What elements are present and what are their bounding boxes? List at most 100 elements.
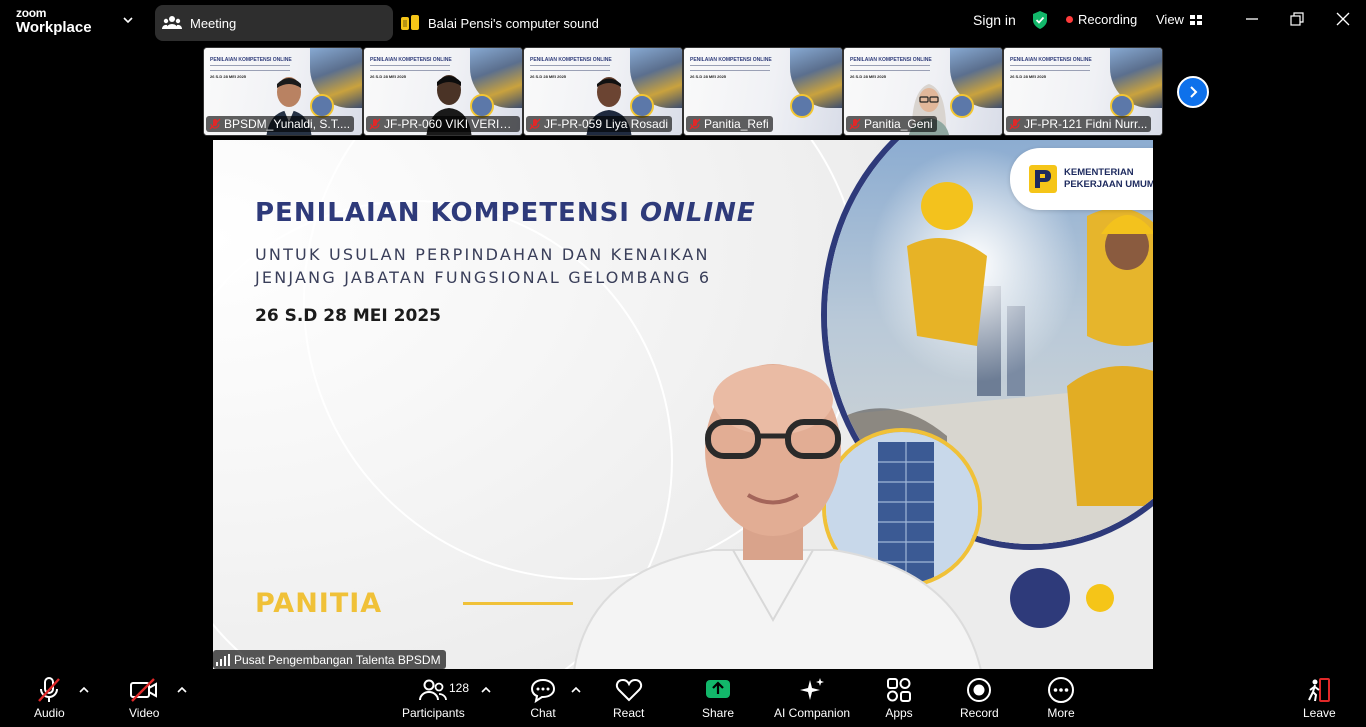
more-label: More (1047, 706, 1075, 720)
chat-label: Chat (530, 706, 556, 720)
brand-bottom: Workplace (16, 19, 92, 36)
leave-button[interactable]: Leave (1303, 676, 1336, 720)
tile-slide-circle (790, 94, 814, 118)
participant-tile[interactable]: PENILAIAN KOMPETENSI ONLINE 26 S.D 28 ME… (203, 47, 363, 136)
more-button[interactable]: More (1047, 676, 1075, 720)
participant-tile[interactable]: PENILAIAN KOMPETENSI ONLINE 26 S.D 28 ME… (843, 47, 1003, 136)
slide-subtitle: UNTUK USULAN PERPINDAHAN DAN KENAIKAN JE… (255, 243, 711, 289)
video-label: Video (129, 706, 160, 720)
active-speaker-name: Pusat Pengembangan Talenta BPSDM (234, 652, 441, 667)
video-button[interactable]: Video (129, 676, 159, 720)
participant-count-badge: 128 (449, 681, 470, 695)
more-dots-icon (1048, 677, 1074, 703)
tab-sound-label: Balai Pensi's computer sound (428, 15, 599, 31)
video-options-caret-icon[interactable] (177, 686, 187, 694)
slide-title-italic: ONLINE (640, 198, 756, 228)
main-video-stage[interactable]: PENILAIAN KOMPETENSI ONLINE UNTUK USULAN… (213, 140, 1153, 669)
heart-icon (615, 678, 642, 702)
tile-slide-circle (950, 94, 974, 118)
tile-slide-date: 26 S.D 28 MEI 2025 (530, 74, 567, 79)
tile-slide-title: PENILAIAN KOMPETENSI ONLINE (1010, 57, 1092, 63)
muted-mic-icon (1009, 118, 1021, 130)
leave-door-icon (1308, 678, 1331, 702)
tile-slide-title: PENILAIAN KOMPETENSI ONLINE (370, 57, 452, 63)
zoom-workplace-logo[interactable]: zoom Workplace (16, 7, 92, 35)
react-button[interactable]: React (613, 676, 644, 720)
video-off-icon (130, 678, 158, 702)
recording-indicator[interactable]: Recording (1066, 12, 1137, 27)
restore-icon[interactable] (1289, 11, 1305, 27)
next-page-button[interactable] (1177, 76, 1209, 108)
slide-subtitle-line1: UNTUK USULAN PERPINDAHAN DAN KENAIKAN (255, 245, 710, 264)
people-icon (161, 16, 183, 29)
participant-tile[interactable]: PENILAIAN KOMPETENSI ONLINE 26 S.D 28 ME… (523, 47, 683, 136)
tile-slide-subtitle (690, 65, 770, 71)
recording-dot-icon (1066, 16, 1073, 23)
tile-slide-circle (470, 94, 494, 118)
view-label: View (1156, 12, 1184, 27)
chevron-down-icon[interactable] (122, 14, 134, 26)
react-label: React (613, 706, 645, 720)
speaker-video (573, 364, 982, 669)
apps-label: Apps (885, 706, 913, 720)
participant-name-bar: Panitia_Refi (686, 116, 773, 132)
audio-options-caret-icon[interactable] (79, 686, 89, 694)
muted-mic-icon (849, 118, 861, 130)
participant-name: BPSDM_Yunaldi, S.T.... (224, 117, 351, 131)
tile-slide-title: PENILAIAN KOMPETENSI ONLINE (850, 57, 932, 63)
recording-label: Recording (1078, 12, 1138, 27)
share-screen-icon (706, 680, 731, 698)
muted-mic-icon (529, 118, 541, 130)
close-icon[interactable] (1335, 11, 1351, 27)
audio-button[interactable]: Audio (34, 676, 65, 720)
tile-slide-subtitle (1010, 65, 1090, 71)
tile-slide-date: 26 S.D 28 MEI 2025 (690, 74, 727, 79)
chat-options-caret-icon[interactable] (571, 686, 581, 694)
participant-name: Panitia_Refi (704, 117, 769, 131)
tile-slide-date: 26 S.D 28 MEI 2025 (210, 74, 247, 79)
sparkle-icon (800, 678, 825, 700)
ai-companion-button[interactable]: AI Companion (774, 676, 850, 720)
minimize-icon[interactable] (1244, 11, 1260, 27)
participant-name: JF-PR-059 Liya Rosadi (544, 117, 669, 131)
tab-meeting[interactable]: Meeting (155, 5, 393, 41)
record-button[interactable]: Record (960, 676, 999, 720)
tile-slide-date: 26 S.D 28 MEI 2025 (1010, 74, 1047, 79)
tile-slide-date: 26 S.D 28 MEI 2025 (850, 74, 887, 79)
tile-slide-date: 26 S.D 28 MEI 2025 (370, 74, 407, 79)
shield-check-icon[interactable] (1031, 10, 1049, 30)
participant-thumbnail-strip: PENILAIAN KOMPETENSI ONLINE 26 S.D 28 ME… (203, 47, 1163, 136)
participant-tile[interactable]: PENILAIAN KOMPETENSI ONLINE 26 S.D 28 ME… (1003, 47, 1163, 136)
muted-mic-icon (369, 118, 381, 130)
tab-meeting-label: Meeting (190, 15, 237, 31)
slide-title: PENILAIAN KOMPETENSI ONLINE (255, 198, 756, 228)
slide-subtitle-line2: JENJANG JABATAN FUNGSIONAL GELOMBANG 6 (255, 268, 712, 287)
slide-title-main: PENILAIAN KOMPETENSI (255, 198, 641, 228)
share-button[interactable]: Share (702, 676, 734, 720)
grid-view-icon (1189, 14, 1202, 25)
participants-options-caret-icon[interactable] (481, 686, 491, 694)
participant-tile[interactable]: PENILAIAN KOMPETENSI ONLINE 26 S.D 28 ME… (363, 47, 523, 136)
participant-name-bar: JF-PR-060 VIKI VERIA... (366, 116, 520, 132)
leave-label: Leave (1303, 706, 1336, 720)
view-button[interactable]: View (1156, 12, 1202, 27)
participant-name: Panitia_Geni (864, 117, 933, 131)
muted-mic-icon (209, 118, 221, 130)
record-label: Record (960, 706, 999, 720)
tile-slide-circle (1110, 94, 1134, 118)
record-icon (967, 678, 992, 702)
tile-slide-circle (630, 94, 654, 118)
ai-companion-label: AI Companion (774, 706, 851, 720)
share-label: Share (702, 706, 735, 720)
signal-bars-icon (216, 653, 230, 666)
participant-name: JF-PR-121 Fidni Nurr... (1024, 117, 1148, 131)
slide-footer-label: PANITIA (255, 588, 383, 619)
sign-in-link[interactable]: Sign in (973, 12, 1016, 28)
share-sound-icon (401, 15, 419, 30)
decor-dot-navy (1010, 568, 1070, 628)
participant-tile[interactable]: PENILAIAN KOMPETENSI ONLINE 26 S.D 28 ME… (683, 47, 843, 136)
muted-mic-icon (689, 118, 701, 130)
chat-button[interactable]: Chat (530, 676, 556, 720)
tab-shared-sound[interactable]: Balai Pensi's computer sound (400, 9, 599, 37)
apps-button[interactable]: Apps (885, 676, 913, 720)
